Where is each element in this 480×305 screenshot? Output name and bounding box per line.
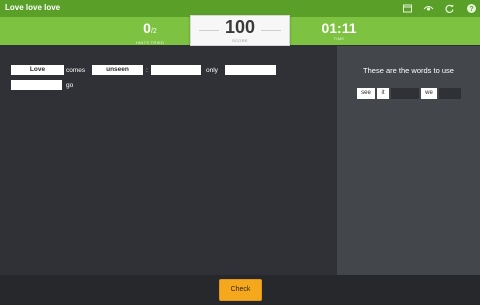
empty-blank[interactable]	[11, 80, 62, 90]
score-card: 100 SCORE	[190, 15, 290, 46]
word-bank-panel: These are the words to use see it we	[337, 46, 480, 275]
sentence-word: go	[66, 82, 74, 89]
help-icon[interactable]: ?	[466, 3, 477, 14]
window-icon[interactable]	[402, 3, 413, 14]
score-divider-right	[261, 30, 281, 31]
hints-label: HINTS TRIED	[135, 40, 165, 45]
word-chip[interactable]: we	[421, 88, 437, 99]
word-chip-used	[439, 88, 461, 99]
svg-text:?: ?	[469, 6, 473, 13]
sentence-word: :	[146, 67, 148, 74]
word-chip[interactable]: it	[377, 88, 389, 99]
footer: Check	[0, 275, 480, 305]
sentence-word: only	[206, 67, 218, 74]
hints-value: 0	[143, 20, 151, 36]
exercise-area: Love comes unseen : only go	[0, 46, 337, 275]
score-divider-left	[199, 30, 219, 31]
score-label: SCORE	[232, 38, 248, 43]
check-button[interactable]: Check	[219, 279, 262, 301]
word-chip-used	[391, 88, 419, 99]
time-label: TIME	[333, 36, 345, 41]
hints-stat: 0/2 HINTS TRIED	[130, 20, 170, 45]
time-stat: 01:11 TIME	[318, 20, 360, 41]
eye-icon[interactable]	[423, 3, 434, 14]
sentence-word: comes	[66, 67, 86, 74]
filled-blank[interactable]: unseen	[92, 65, 143, 75]
app-title: Love love love	[5, 3, 61, 12]
filled-blank[interactable]: Love	[11, 65, 64, 75]
word-chip[interactable]: see	[357, 88, 375, 99]
empty-blank[interactable]	[225, 65, 276, 75]
word-bank-title: These are the words to use	[363, 66, 454, 75]
time-value: 01:11	[321, 20, 357, 36]
hints-max: /2	[150, 28, 157, 35]
refresh-icon[interactable]	[444, 3, 455, 14]
empty-blank[interactable]	[151, 65, 201, 75]
score-value: 100	[224, 17, 256, 37]
